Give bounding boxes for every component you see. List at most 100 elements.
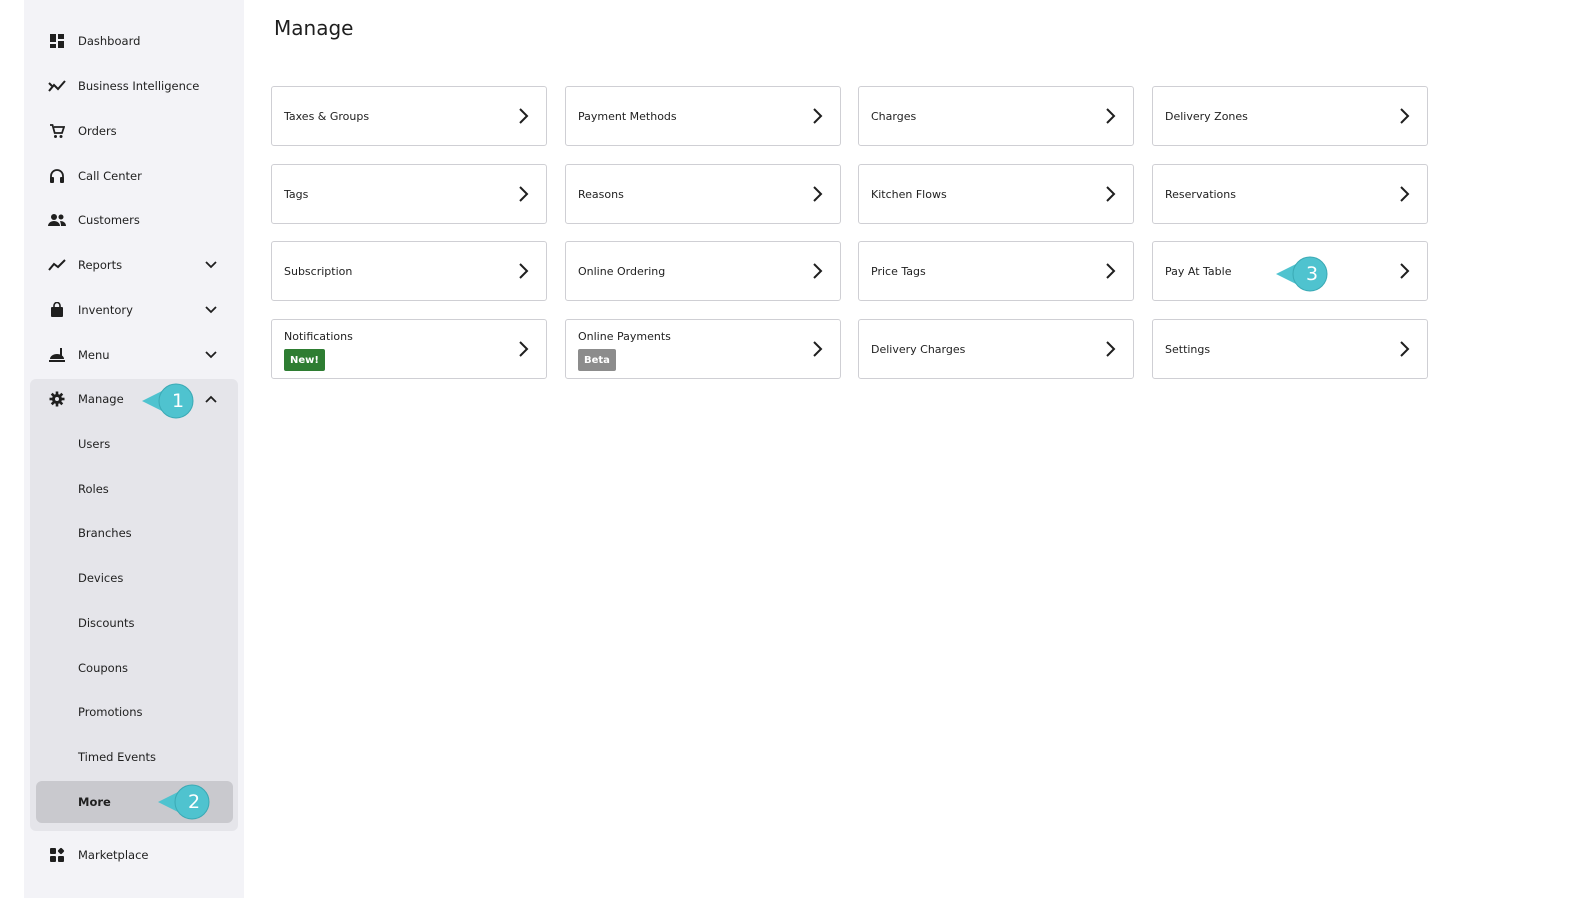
card-label: Payment Methods [578,110,677,123]
chevron-up-icon[interactable] [204,392,218,406]
sidebar-item-business-intelligence[interactable]: Business Intelligence [30,66,238,106]
card-label: Tags [284,188,309,201]
sidebar-subitem-discounts[interactable]: Discounts [36,603,233,643]
cart-icon [48,122,66,140]
card-label: Subscription [284,265,353,278]
sidebar-subitem-label: Roles [78,482,109,496]
sidebar-subitem-label: Discounts [78,616,135,630]
card-label: Price Tags [871,265,926,278]
chevron-right-icon [519,263,529,279]
card-label: Delivery Zones [1165,110,1248,123]
chevron-right-icon [519,186,529,202]
sidebar-item-orders[interactable]: Orders [30,111,238,151]
card-price-tags[interactable]: Price Tags [858,241,1134,301]
sidebar-item-label: Business Intelligence [78,79,200,93]
card-label: Online Payments [578,330,671,343]
sidebar-item-call-center[interactable]: Call Center [30,156,238,196]
sidebar-subitem-devices[interactable]: Devices [36,558,233,598]
sidebar-item-reports[interactable]: Reports [30,245,238,285]
food-icon [48,346,66,364]
chevron-right-icon [813,341,823,357]
chevron-down-icon[interactable] [204,348,218,362]
step-number: 3 [1305,263,1319,285]
card-label: Notifications [284,330,353,343]
step-number: 2 [187,791,201,813]
card-label: Reservations [1165,188,1236,201]
card-delivery-charges[interactable]: Delivery Charges [858,319,1134,379]
card-tags[interactable]: Tags [271,164,547,224]
chevron-right-icon [813,186,823,202]
sidebar-subitem-timed-events[interactable]: Timed Events [36,737,233,777]
chevron-right-icon [813,108,823,124]
card-kitchen-flows[interactable]: Kitchen Flows [858,164,1134,224]
sidebar-item-customers[interactable]: Customers [30,200,238,240]
sidebar-item-label: Inventory [78,303,133,317]
sidebar-subitem-roles[interactable]: Roles [36,469,233,509]
card-label: Settings [1165,343,1211,356]
new-badge: New! [284,349,325,371]
apps-icon [48,846,66,864]
card-label: Delivery Charges [871,343,966,356]
card-reasons[interactable]: Reasons [565,164,841,224]
chevron-right-icon [1400,341,1410,357]
chevron-right-icon [1106,186,1116,202]
card-subscription[interactable]: Subscription [271,241,547,301]
card-notifications[interactable]: Notifications New! [271,319,547,379]
card-payment-methods[interactable]: Payment Methods [565,86,841,146]
sidebar-subitem-label: Coupons [78,661,128,675]
dashboard-icon [48,32,66,50]
page-title: Manage [274,16,354,40]
manage-group: Manage Users Roles Branches Devices Disc… [30,379,238,831]
card-label: Pay At Table [1165,265,1232,278]
card-online-ordering[interactable]: Online Ordering [565,241,841,301]
sidebar-item-label: Menu [78,348,110,362]
beta-badge: Beta [578,349,616,371]
sidebar-item-label: Dashboard [78,34,141,48]
card-label: Online Ordering [578,265,666,278]
card-label: Reasons [578,188,624,201]
step-callout-3: 3 [1276,254,1328,294]
sidebar-item-dashboard[interactable]: Dashboard [30,21,238,61]
sidebar-item-label: Manage [78,392,124,406]
card-taxes-groups[interactable]: Taxes & Groups [271,86,547,146]
sidebar: Dashboard Business Intelligence Orders C… [24,0,244,898]
sidebar-item-manage[interactable]: Manage [30,379,238,419]
sidebar-item-menu[interactable]: Menu [30,335,238,375]
step-number: 1 [171,390,185,412]
sidebar-subitem-label: Devices [78,571,124,585]
card-delivery-zones[interactable]: Delivery Zones [1152,86,1428,146]
card-label: Taxes & Groups [284,110,370,123]
sidebar-subitem-users[interactable]: Users [36,424,233,464]
sidebar-subitem-label: Timed Events [78,750,157,764]
chevron-down-icon[interactable] [204,303,218,317]
sidebar-subitem-branches[interactable]: Branches [36,513,233,553]
card-online-payments[interactable]: Online Payments Beta [565,319,841,379]
sidebar-item-label: Call Center [78,169,142,183]
sidebar-item-marketplace[interactable]: Marketplace [30,835,238,875]
sidebar-item-label: Marketplace [78,848,149,862]
chart-line-icon [48,256,66,274]
chevron-right-icon [519,108,529,124]
sidebar-subitem-label: Promotions [78,705,143,719]
card-charges[interactable]: Charges [858,86,1134,146]
card-settings[interactable]: Settings [1152,319,1428,379]
sidebar-subitem-label: Branches [78,526,132,540]
sidebar-item-label: Reports [78,258,123,272]
chevron-right-icon [1400,186,1410,202]
card-label: Kitchen Flows [871,188,947,201]
chevron-right-icon [1400,108,1410,124]
trending-icon [48,77,66,95]
sidebar-subitem-coupons[interactable]: Coupons [36,648,233,688]
chevron-right-icon [1106,108,1116,124]
sidebar-item-inventory[interactable]: Inventory [30,290,238,330]
sidebar-subitem-label: More [78,795,111,809]
chevron-right-icon [519,341,529,357]
card-reservations[interactable]: Reservations [1152,164,1428,224]
chevron-down-icon[interactable] [204,258,218,272]
step-callout-2: 2 [158,782,210,822]
sidebar-item-label: Orders [78,124,117,138]
gear-icon [48,390,66,408]
chevron-right-icon [1106,341,1116,357]
sidebar-subitem-promotions[interactable]: Promotions [36,692,233,732]
sidebar-item-label: Customers [78,213,140,227]
